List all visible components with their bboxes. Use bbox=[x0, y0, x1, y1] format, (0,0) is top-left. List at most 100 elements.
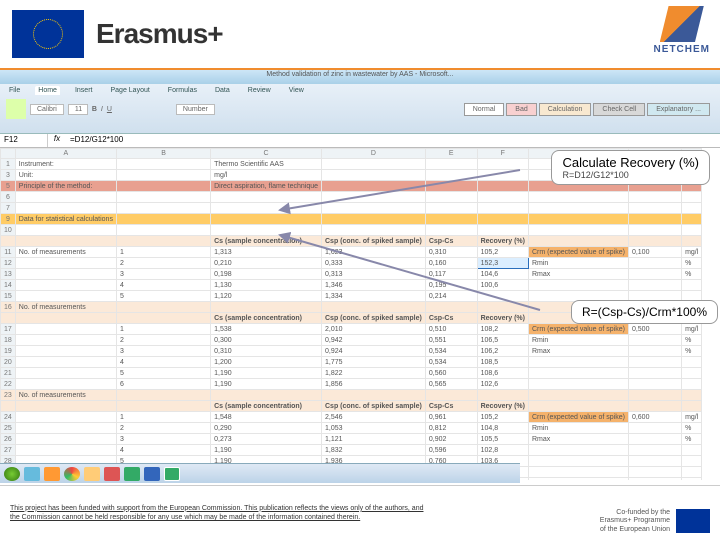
cell[interactable]: Principle of the method: bbox=[15, 181, 116, 192]
row-header[interactable]: 14 bbox=[1, 280, 16, 291]
cell[interactable] bbox=[528, 390, 628, 401]
ribbon-tab-formulas[interactable]: Formulas bbox=[165, 86, 200, 95]
cell[interactable] bbox=[628, 346, 681, 357]
ribbon-tab-review[interactable]: Review bbox=[245, 86, 274, 95]
row-header[interactable]: 13 bbox=[1, 269, 16, 280]
cell[interactable]: 3 bbox=[116, 434, 210, 445]
cell[interactable] bbox=[682, 368, 702, 379]
explorer-icon[interactable] bbox=[24, 467, 40, 481]
cell[interactable]: 0,600 bbox=[628, 412, 681, 423]
cell[interactable] bbox=[15, 423, 116, 434]
row-header[interactable]: 21 bbox=[1, 368, 16, 379]
cell[interactable] bbox=[425, 390, 477, 401]
cell[interactable] bbox=[628, 236, 681, 247]
cell[interactable] bbox=[15, 357, 116, 368]
cell[interactable] bbox=[628, 390, 681, 401]
cell[interactable]: % bbox=[682, 269, 702, 280]
cell[interactable] bbox=[116, 390, 210, 401]
cell[interactable]: 1,548 bbox=[211, 412, 322, 423]
cell[interactable] bbox=[116, 313, 210, 324]
cell[interactable] bbox=[628, 214, 681, 225]
cell[interactable]: 1 bbox=[116, 324, 210, 335]
column-header[interactable]: A bbox=[15, 149, 116, 159]
cell[interactable]: 0,290 bbox=[211, 423, 322, 434]
cell[interactable]: 0,534 bbox=[425, 346, 477, 357]
row-header[interactable]: 1 bbox=[1, 159, 16, 170]
cell[interactable]: 2 bbox=[116, 423, 210, 434]
cell[interactable]: Unit: bbox=[15, 170, 116, 181]
cell[interactable] bbox=[682, 445, 702, 456]
row-header[interactable] bbox=[1, 313, 16, 324]
cell[interactable] bbox=[628, 203, 681, 214]
column-header[interactable] bbox=[1, 149, 16, 159]
cell[interactable] bbox=[15, 203, 116, 214]
cell[interactable] bbox=[628, 335, 681, 346]
cell[interactable]: Crm (expected value of spike) bbox=[528, 324, 628, 335]
cell[interactable]: 0,961 bbox=[425, 412, 477, 423]
cell[interactable] bbox=[682, 280, 702, 291]
cell[interactable]: mg/l bbox=[682, 324, 702, 335]
cell[interactable]: 108,2 bbox=[477, 324, 528, 335]
cell[interactable] bbox=[15, 445, 116, 456]
cell[interactable] bbox=[628, 357, 681, 368]
cell[interactable] bbox=[628, 445, 681, 456]
row-header[interactable]: 5 bbox=[1, 181, 16, 192]
cell[interactable]: 0,560 bbox=[425, 368, 477, 379]
cell[interactable] bbox=[15, 401, 116, 412]
name-box[interactable]: F12 bbox=[0, 134, 48, 147]
formula-input[interactable]: =D12/G12*100 bbox=[66, 134, 720, 147]
cell[interactable] bbox=[15, 412, 116, 423]
cell[interactable]: Recovery (%) bbox=[477, 401, 528, 412]
cell[interactable]: 5 bbox=[116, 368, 210, 379]
cell-style-2[interactable]: Calculation bbox=[539, 103, 592, 116]
row-header[interactable]: 3 bbox=[1, 170, 16, 181]
cell[interactable] bbox=[15, 368, 116, 379]
cell[interactable] bbox=[528, 379, 628, 390]
cell[interactable] bbox=[628, 258, 681, 269]
cell[interactable]: 1,200 bbox=[211, 357, 322, 368]
row-header[interactable]: 16 bbox=[1, 302, 16, 313]
cell[interactable]: No. of measurements bbox=[15, 247, 116, 258]
cell[interactable]: 108,6 bbox=[477, 368, 528, 379]
row-header[interactable]: 11 bbox=[1, 247, 16, 258]
ribbon-tab-insert[interactable]: Insert bbox=[72, 86, 96, 95]
cell[interactable]: % bbox=[682, 423, 702, 434]
row-header[interactable]: 22 bbox=[1, 379, 16, 390]
cell[interactable] bbox=[628, 401, 681, 412]
cell[interactable]: 0,812 bbox=[425, 423, 477, 434]
cell[interactable] bbox=[628, 368, 681, 379]
ribbon-tab-view[interactable]: View bbox=[286, 86, 307, 95]
start-icon[interactable] bbox=[4, 467, 20, 481]
cell[interactable]: 1,538 bbox=[211, 324, 322, 335]
column-header[interactable]: E bbox=[425, 149, 477, 159]
row-header[interactable]: 27 bbox=[1, 445, 16, 456]
cell[interactable] bbox=[628, 192, 681, 203]
cell[interactable] bbox=[628, 269, 681, 280]
row-header[interactable]: 25 bbox=[1, 423, 16, 434]
cell[interactable]: % bbox=[682, 258, 702, 269]
cell[interactable] bbox=[528, 445, 628, 456]
cell[interactable] bbox=[628, 379, 681, 390]
cell[interactable] bbox=[628, 478, 681, 481]
cell[interactable]: 105,2 bbox=[477, 412, 528, 423]
cell[interactable] bbox=[528, 401, 628, 412]
cell[interactable]: 1 bbox=[116, 247, 210, 258]
cell[interactable]: mg/l bbox=[682, 412, 702, 423]
cell[interactable]: 104,8 bbox=[477, 423, 528, 434]
fx-icon[interactable]: fx bbox=[48, 134, 66, 147]
cell[interactable] bbox=[116, 159, 210, 170]
cell[interactable]: 2,010 bbox=[322, 324, 426, 335]
firefox-icon[interactable] bbox=[44, 467, 60, 481]
cell[interactable] bbox=[682, 225, 702, 236]
cell[interactable]: Csp-Cs bbox=[425, 401, 477, 412]
cell[interactable] bbox=[528, 214, 628, 225]
font-size-select[interactable]: 11 bbox=[68, 104, 88, 115]
cell[interactable] bbox=[116, 236, 210, 247]
cell[interactable] bbox=[682, 192, 702, 203]
cell[interactable] bbox=[682, 357, 702, 368]
cell[interactable] bbox=[116, 203, 210, 214]
cell[interactable] bbox=[682, 214, 702, 225]
cell-style-4[interactable]: Explanatory ... bbox=[647, 103, 710, 116]
cell[interactable] bbox=[528, 478, 628, 481]
cell[interactable]: 106,2 bbox=[477, 346, 528, 357]
